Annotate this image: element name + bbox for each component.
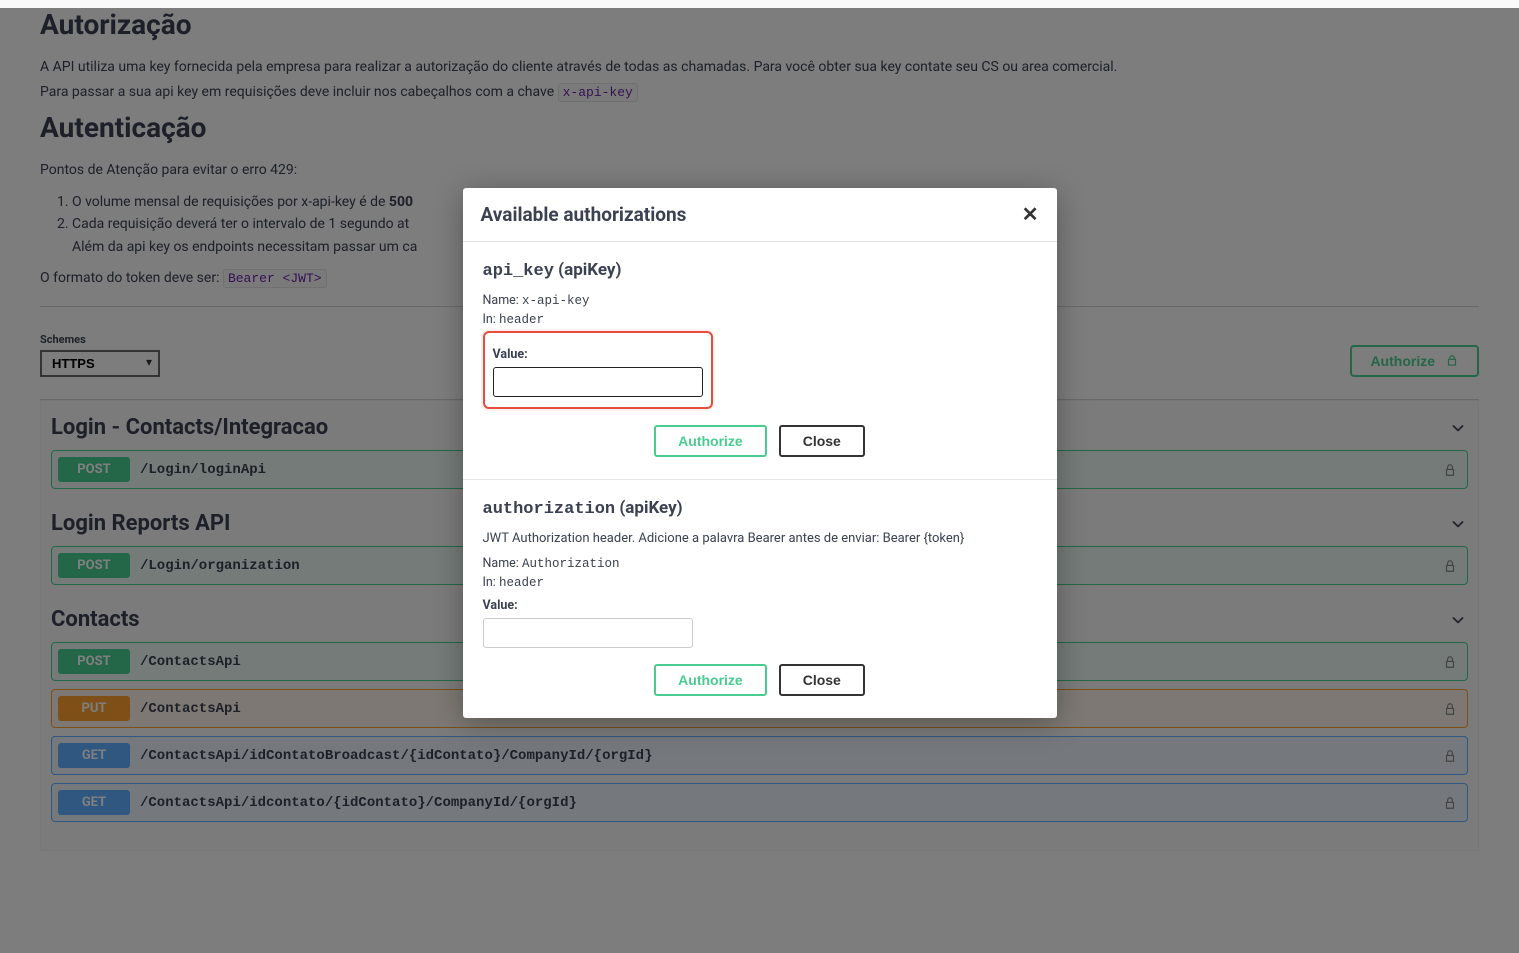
auth-in-meta: In: header (483, 312, 1037, 327)
modal-button-row: Authorize Close (483, 664, 1037, 696)
modal-backdrop[interactable]: Available authorizations ✕ api_key (apiK… (0, 8, 1519, 953)
auth-name-meta: Name: Authorization (483, 556, 1037, 571)
auth-heading: authorization (apiKey) (483, 498, 1037, 519)
modal-title: Available authorizations (481, 203, 687, 226)
auth-name-meta: Name: x-api-key (483, 293, 1037, 308)
auth-block: authorization (apiKey) JWT Authorization … (463, 479, 1057, 718)
modal-close-action-button[interactable]: Close (779, 425, 865, 457)
modal-close-button[interactable]: ✕ (1022, 202, 1039, 227)
modal-header: Available authorizations ✕ (463, 188, 1057, 242)
modal-authorize-button[interactable]: Authorize (654, 425, 767, 457)
auth-block: api_key (apiKey) Name: x-api-key In: heade… (463, 242, 1057, 479)
auth-in-meta: In: header (483, 575, 1037, 590)
auth-value-input[interactable] (493, 367, 703, 397)
value-label: Value: (493, 347, 703, 362)
auth-value-input[interactable] (483, 618, 693, 648)
value-label: Value: (483, 598, 1037, 613)
highlight-box: Value: (483, 331, 713, 409)
modal-button-row: Authorize Close (483, 425, 1037, 457)
auth-description: JWT Authorization header. Adicione a pal… (483, 531, 1037, 546)
modal-authorize-button[interactable]: Authorize (654, 664, 767, 696)
auth-heading: api_key (apiKey) (483, 260, 1037, 281)
authorizations-modal: Available authorizations ✕ api_key (apiK… (463, 188, 1057, 718)
modal-close-action-button[interactable]: Close (779, 664, 865, 696)
